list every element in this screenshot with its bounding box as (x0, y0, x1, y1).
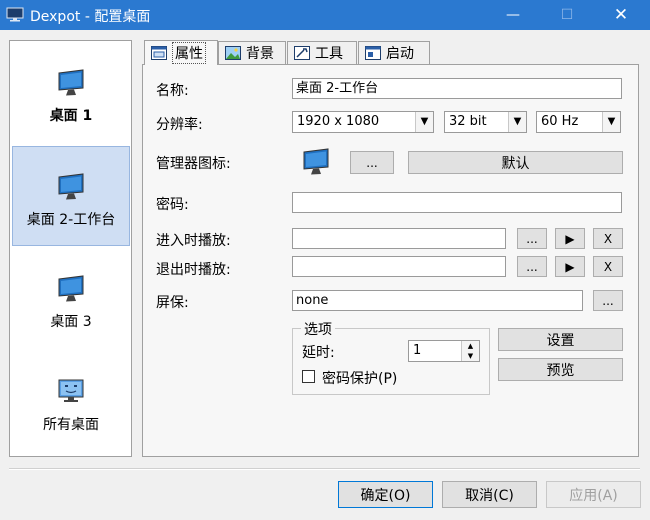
screensaver-preview-button[interactable]: 预览 (498, 358, 623, 381)
exit-sound-label: 退出时播放: (156, 262, 231, 278)
spinner-buttons[interactable]: ▲ ▼ (461, 341, 479, 361)
exit-sound-browse-button[interactable]: ... (517, 256, 547, 277)
monitor-icon (303, 148, 329, 175)
delay-spinner[interactable]: 1 ▲ ▼ (408, 340, 480, 362)
name-label: 名称: (156, 83, 189, 99)
delay-value: 1 (413, 343, 422, 358)
screensaver-label: 屏保: (156, 295, 189, 311)
delay-label: 延时: (302, 345, 335, 361)
exit-sound-input[interactable] (292, 256, 506, 277)
spinner-up-icon[interactable]: ▲ (462, 341, 479, 351)
chevron-down-icon[interactable]: ▼ (508, 112, 526, 132)
form-layer: 名称: 桌面 2-工作台 分辨率: 1920 x 1080 ▼ 32 bit ▼… (0, 0, 650, 520)
browse-icon-button[interactable]: ... (350, 151, 394, 174)
refresh-rate-value: 60 Hz (541, 114, 579, 129)
enter-sound-input[interactable] (292, 228, 506, 249)
manager-icon-label: 管理器图标: (156, 156, 231, 172)
chevron-down-icon[interactable]: ▼ (602, 112, 620, 132)
screensaver-settings-button[interactable]: 设置 (498, 328, 623, 351)
password-input[interactable] (292, 192, 622, 213)
name-input[interactable]: 桌面 2-工作台 (292, 78, 622, 99)
refresh-rate-select[interactable]: 60 Hz ▼ (536, 111, 621, 133)
chevron-down-icon[interactable]: ▼ (415, 112, 433, 132)
resolution-select[interactable]: 1920 x 1080 ▼ (292, 111, 434, 133)
password-protect-label: 密码保护(P) (322, 371, 398, 387)
resolution-value: 1920 x 1080 (297, 114, 380, 129)
enter-sound-label: 进入时播放: (156, 233, 231, 249)
bitdepth-select[interactable]: 32 bit ▼ (444, 111, 527, 133)
resolution-label: 分辨率: (156, 117, 203, 133)
enter-sound-browse-button[interactable]: ... (517, 228, 547, 249)
play-icon[interactable]: ▶ (555, 256, 585, 277)
play-icon[interactable]: ▶ (555, 228, 585, 249)
enter-sound-clear-button[interactable]: X (593, 228, 623, 249)
exit-sound-clear-button[interactable]: X (593, 256, 623, 277)
default-icon-button[interactable]: 默认 (408, 151, 623, 174)
screensaver-input[interactable]: none (292, 290, 583, 311)
password-label: 密码: (156, 197, 189, 213)
bitdepth-value: 32 bit (449, 114, 487, 129)
password-protect-checkbox[interactable] (302, 370, 315, 383)
spinner-down-icon[interactable]: ▼ (462, 351, 479, 361)
options-title: 选项 (301, 319, 335, 339)
screensaver-browse-button[interactable]: ... (593, 290, 623, 311)
